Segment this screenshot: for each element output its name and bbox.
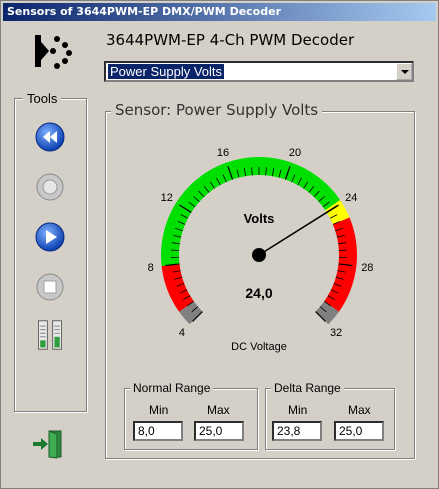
volts-gauge: 4 8 12 16 20 24 28 32 Volts 24,0 DC Voltage xyxy=(148,147,374,353)
gauge-caption: DC Voltage xyxy=(231,341,287,353)
delta-range-label: Delta Range xyxy=(271,381,344,395)
gauge-tick-label: 24 xyxy=(345,192,357,204)
delta-max-input[interactable]: 25,0 xyxy=(334,421,384,441)
gauge-value: 24,0 xyxy=(245,285,272,301)
sensor-select[interactable]: Power Supply Volts xyxy=(104,61,414,82)
window-title: Sensors of 3644PWM-EP DMX/PWM Decoder xyxy=(3,3,436,21)
level-meter-icon[interactable] xyxy=(34,319,66,351)
chevron-down-icon[interactable] xyxy=(396,63,412,80)
exit-door-icon[interactable] xyxy=(31,429,67,459)
gauge-tick-label: 8 xyxy=(148,262,154,274)
gauge-tick-label: 28 xyxy=(361,262,373,274)
delta-max-label: Max xyxy=(348,403,371,417)
normal-max-label: Max xyxy=(207,403,230,417)
normal-range-label: Normal Range xyxy=(130,381,214,395)
app-logo-icon xyxy=(35,35,72,69)
stop-icon[interactable] xyxy=(34,271,66,303)
sensor-panel-label: Sensor: Power Supply Volts xyxy=(111,101,323,119)
sensors-window: Sensors of 3644PWM-EP DMX/PWM Decoder 36… xyxy=(0,0,439,489)
gauge-tick-label: 16 xyxy=(217,147,229,159)
normal-max-input[interactable]: 25,0 xyxy=(194,421,244,441)
gauge-tick-label: 4 xyxy=(179,327,185,339)
delta-min-input[interactable]: 23,8 xyxy=(272,421,322,441)
normal-min-label: Min xyxy=(149,403,169,417)
play-icon[interactable] xyxy=(34,221,66,253)
sensor-select-value: Power Supply Volts xyxy=(108,64,225,79)
gauge-unit-label: Volts xyxy=(244,211,275,226)
gauge-tick-label: 20 xyxy=(289,147,301,159)
gauge-tick-label: 32 xyxy=(330,327,342,339)
rewind-icon[interactable] xyxy=(34,121,66,153)
delta-min-label: Min xyxy=(288,403,308,417)
gauge-hub xyxy=(252,248,266,262)
device-name: 3644PWM-EP 4-Ch PWM Decoder xyxy=(106,31,355,49)
normal-min-input[interactable]: 8,0 xyxy=(133,421,183,441)
record-icon[interactable] xyxy=(34,171,66,203)
tools-label: Tools xyxy=(23,91,62,106)
gauge-tick-label: 12 xyxy=(161,192,173,204)
